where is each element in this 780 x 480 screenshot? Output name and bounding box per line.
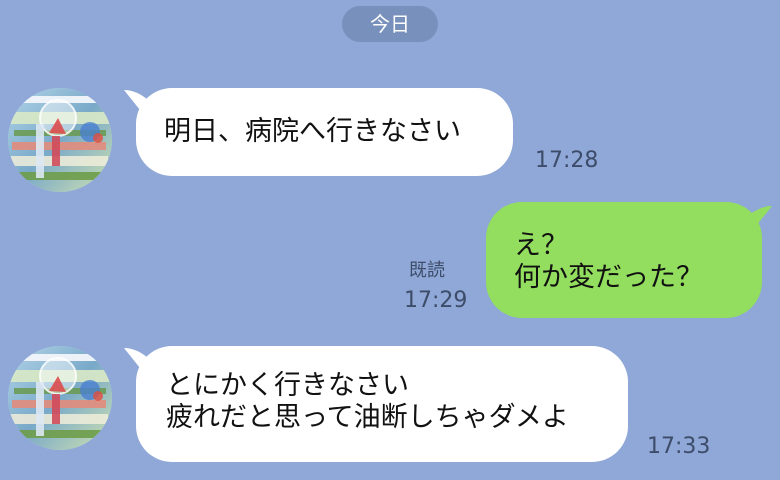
chat-screen: 今日 明日、病院へ行きなさい 17:28 既読 17:29 え？ 何か変だった？… (0, 0, 780, 480)
bubble-tail (124, 348, 148, 378)
avatar-image (8, 346, 112, 450)
message-line: 何か変だった？ (514, 262, 703, 293)
bubble-tail (124, 90, 148, 120)
read-receipt: 既読 (409, 260, 445, 281)
message-time: 17:33 (647, 434, 711, 459)
avatar-image (8, 88, 112, 192)
bubble-tail (748, 206, 772, 236)
message-time: 17:28 (535, 148, 599, 173)
message-line: え？ (514, 230, 568, 261)
message-text: 明日、病院へ行きなさい (164, 116, 461, 147)
message-time: 17:29 (404, 288, 468, 313)
outgoing-message-bubble[interactable]: え？ 何か変だった？ (486, 202, 772, 318)
incoming-message-bubble[interactable]: とにかく行きなさい 疲れだと思って油断しちゃダメよ (124, 346, 628, 462)
message-line: 疲れだと思って油断しちゃダメよ (166, 402, 569, 433)
incoming-message-bubble[interactable]: 明日、病院へ行きなさい (124, 88, 513, 176)
avatar[interactable] (8, 346, 112, 450)
message-line: とにかく行きなさい (166, 370, 409, 401)
avatar[interactable] (8, 88, 112, 192)
date-separator: 今日 (342, 6, 438, 42)
